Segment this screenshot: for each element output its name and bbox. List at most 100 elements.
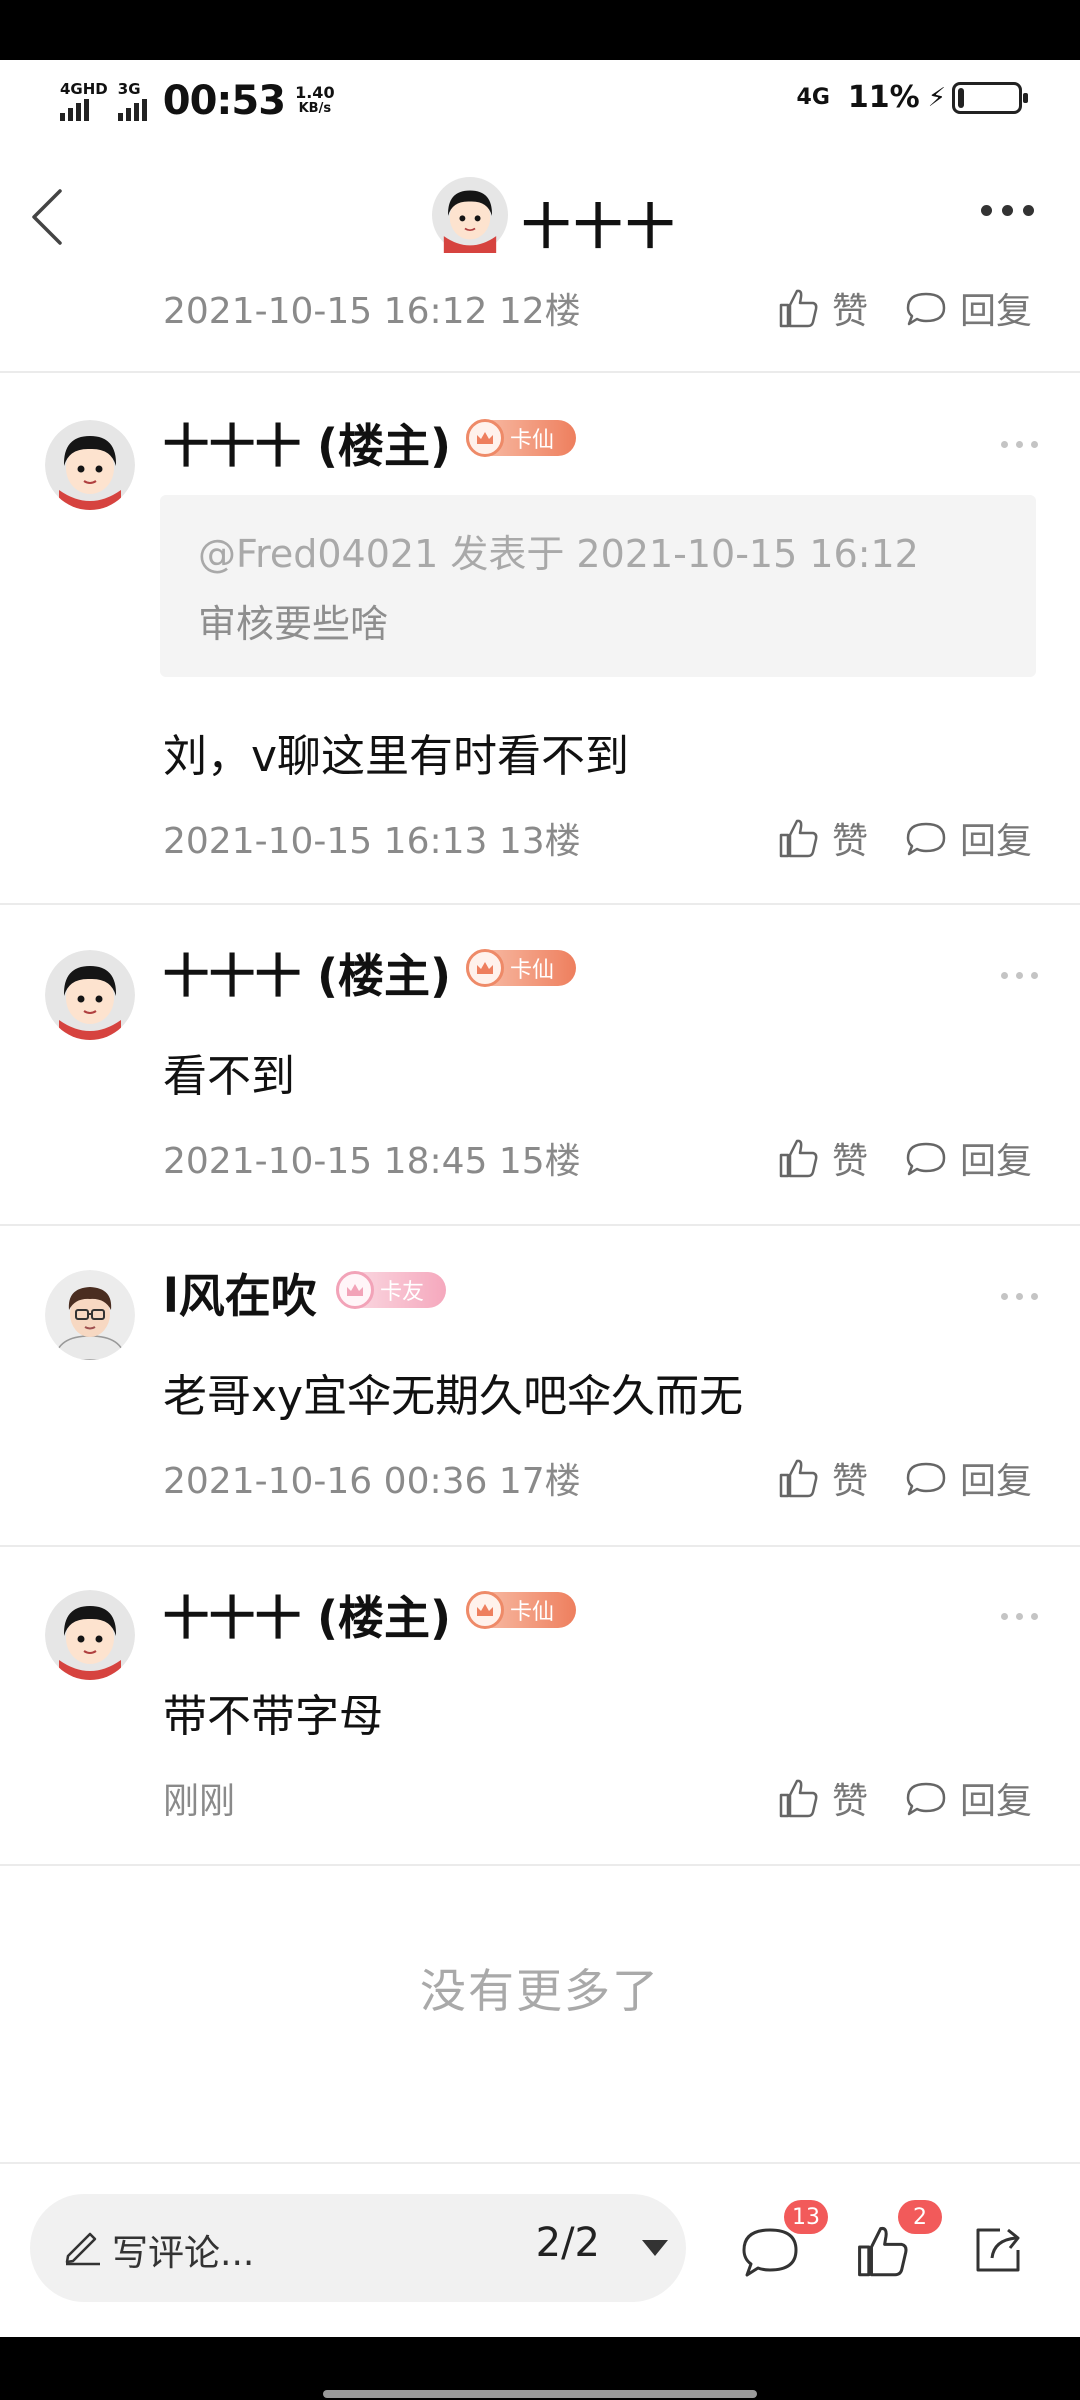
username[interactable]: 十十十 (楼主): [163, 940, 451, 1006]
post-meta-13: 2021-10-15 16:13 13楼: [163, 812, 581, 864]
like-label: 赞: [832, 291, 869, 332]
meta-spacer: [487, 1141, 498, 1182]
comments-icon[interactable]: [740, 2224, 800, 2280]
post-date: 2021-10-16 00:36: [163, 1461, 488, 1502]
reply-button[interactable]: 回复: [904, 282, 1032, 334]
thumbs-up-icon: [779, 1779, 818, 1818]
like-button[interactable]: 赞: [776, 1772, 868, 1824]
post-date: 2021-10-15 18:45: [163, 1141, 488, 1182]
nav-avatar[interactable]: [432, 177, 508, 253]
net-speed-value: 1.40: [295, 83, 335, 102]
nav-bar: 十十十: [0, 145, 1080, 285]
post-floor: 15楼: [498, 1141, 581, 1182]
post-meta-latest: 刚刚: [163, 1772, 235, 1824]
reply-label: 回复: [960, 1461, 1033, 1502]
like-label: 赞: [832, 1461, 869, 1502]
post-content: 带不带字母: [163, 1691, 383, 1742]
post-meta-17: 2021-10-16 00:36 17楼: [163, 1452, 581, 1504]
post-more-icon[interactable]: [1001, 1613, 1038, 1620]
post-more-icon[interactable]: [1001, 441, 1038, 448]
user-avatar[interactable]: [45, 420, 135, 510]
comment-placeholder: 写评论...: [112, 2233, 255, 2274]
like-button[interactable]: 赞: [776, 1452, 868, 1504]
meta-spacer: [487, 1461, 498, 1502]
post-content: 看不到: [163, 1051, 295, 1102]
more-options-icon[interactable]: [981, 205, 1034, 216]
signal-2-label: 3G: [117, 79, 141, 98]
page-indicator[interactable]: 2/2: [536, 2220, 600, 2266]
username[interactable]: l风在吹: [163, 1260, 317, 1326]
post-date: 2021-10-15 16:13: [163, 821, 488, 862]
thumbs-up-icon: [779, 1459, 818, 1498]
comment-bubble-icon: [906, 292, 946, 326]
post-meta-15: 2021-10-15 18:45 15楼: [163, 1132, 581, 1184]
post-floor: 12楼: [498, 291, 581, 332]
like-label: 赞: [832, 1781, 869, 1822]
divider: [0, 1224, 1080, 1226]
reply-label: 回复: [960, 821, 1033, 862]
post-date: 2021-10-15 16:12: [163, 291, 488, 332]
thumbs-up-icon: [779, 819, 818, 858]
share-icon[interactable]: [970, 2222, 1026, 2278]
crown-icon: [466, 949, 504, 987]
signal-2: 3G: [117, 79, 147, 121]
level-badge: 卡友: [336, 1271, 447, 1309]
post-content: 刘，v聊这里有时看不到: [163, 731, 630, 782]
like-button[interactable]: 赞: [776, 812, 868, 864]
username[interactable]: 十十十 (楼主): [163, 1582, 451, 1648]
user-avatar[interactable]: [45, 1270, 135, 1360]
battery-fill: [958, 87, 964, 108]
like-button[interactable]: 赞: [776, 1132, 868, 1184]
username[interactable]: 十十十 (楼主): [163, 410, 451, 476]
level-badge: 卡仙: [466, 949, 577, 987]
divider: [0, 371, 1080, 373]
reply-button[interactable]: 回复: [904, 1132, 1032, 1184]
charging-bolt-icon: ⚡: [927, 82, 946, 113]
comment-bubble-icon: [906, 1142, 946, 1176]
dropdown-arrow-icon[interactable]: [642, 2240, 668, 2256]
divider: [0, 903, 1080, 905]
net-speed-unit: KB/s: [298, 101, 332, 116]
like-button[interactable]: 赞: [776, 282, 868, 334]
comment-bubble-icon: [906, 822, 946, 856]
like-count-badge: 2: [898, 2200, 942, 2234]
status-time: 00:53: [162, 78, 286, 124]
quote-header: @Fred04021 发表于 2021-10-15 16:12: [198, 532, 919, 576]
nav-title: 十十十: [522, 199, 679, 255]
back-arrow-icon[interactable]: [24, 185, 74, 249]
reply-button[interactable]: 回复: [904, 812, 1032, 864]
reply-button[interactable]: 回复: [904, 1772, 1032, 1824]
thumbs-up-icon[interactable]: [852, 2222, 912, 2280]
post-more-icon[interactable]: [1001, 1293, 1038, 1300]
comment-input[interactable]: 写评论... 2/2: [30, 2194, 686, 2302]
user-avatar[interactable]: [45, 1590, 135, 1680]
post-floor: 17楼: [498, 1461, 581, 1502]
network-type: 4G: [796, 85, 830, 110]
user-avatar[interactable]: [45, 950, 135, 1040]
reply-button[interactable]: 回复: [904, 1452, 1032, 1504]
post-more-icon[interactable]: [1001, 972, 1038, 979]
divider: [0, 1545, 1080, 1547]
post-meta-12: 2021-10-15 16:12 12楼: [163, 282, 581, 334]
badge-label: 卡友: [380, 1280, 425, 1305]
reply-label: 回复: [960, 1781, 1033, 1822]
reply-label: 回复: [960, 1141, 1033, 1182]
comment-bubble-icon: [906, 1782, 946, 1816]
no-more-label: 没有更多了: [420, 1964, 660, 2018]
crown-icon: [336, 1271, 374, 1309]
pencil-icon: [65, 2232, 100, 2266]
level-badge: 卡仙: [466, 419, 577, 457]
thumbs-up-icon: [779, 1139, 818, 1178]
signal-bars-icon: [117, 98, 147, 121]
badge-label: 卡仙: [510, 428, 555, 453]
home-indicator[interactable]: [323, 2390, 757, 2398]
level-badge: 卡仙: [466, 1591, 577, 1629]
post-date: 刚刚: [163, 1781, 236, 1822]
divider: [0, 1864, 1080, 1866]
signal-1: 4GHD: [60, 81, 108, 121]
like-label: 赞: [832, 821, 869, 862]
post-floor: 13楼: [498, 821, 581, 862]
comment-bubble-icon: [906, 1462, 946, 1496]
meta-spacer: [487, 291, 498, 332]
top-black-strip: [0, 0, 1080, 60]
